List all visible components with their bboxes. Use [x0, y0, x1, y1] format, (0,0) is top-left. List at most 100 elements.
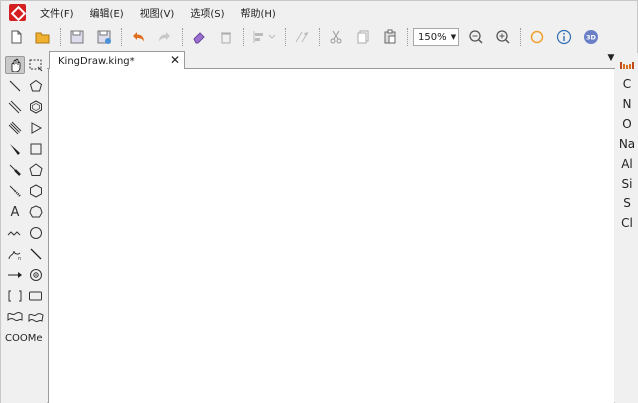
arrow-tool[interactable] — [5, 266, 25, 284]
hash-bond-icon — [9, 185, 21, 197]
info-icon — [556, 29, 572, 45]
tool-palette: A n COOMe — [1, 53, 47, 403]
circle-icon — [30, 227, 42, 239]
toolbar-separator — [520, 28, 521, 46]
undo-button[interactable] — [127, 26, 149, 48]
chain-tool[interactable] — [5, 224, 25, 242]
3d-view-button[interactable]: 3D — [580, 26, 602, 48]
pentagon-alt-tool[interactable] — [26, 161, 46, 179]
eraser-icon — [193, 32, 205, 44]
banner-shape-icon — [28, 313, 44, 323]
periodic-table-icon[interactable] — [620, 59, 634, 69]
triple-bond-tool[interactable] — [5, 119, 25, 137]
save-button[interactable] — [66, 26, 88, 48]
toolbar-separator — [319, 28, 320, 46]
element-silicon[interactable]: Si — [615, 177, 638, 191]
folder-open-icon — [35, 32, 50, 44]
svg-text:3D: 3D — [586, 34, 597, 42]
single-bond-tool[interactable] — [5, 77, 25, 95]
flip-button[interactable] — [291, 26, 313, 48]
menu-edit[interactable]: 编辑(E) — [90, 5, 124, 20]
lasso-select-tool[interactable] — [26, 56, 46, 74]
trash-icon — [221, 32, 231, 44]
element-oxygen[interactable]: O — [615, 117, 638, 131]
zoom-dropdown-arrow-icon[interactable]: ▼ — [449, 33, 458, 41]
orbital-icon — [30, 269, 42, 281]
triangle-icon — [31, 122, 43, 134]
redo-icon — [159, 32, 170, 42]
tab-title: KingDraw.king* — [58, 55, 135, 67]
rectangle-tool[interactable] — [26, 287, 46, 305]
color-button[interactable] — [526, 26, 548, 48]
kingdraw-window: 文件(F) 编辑(E) 视图(V) 选项(S) 帮助(H) 150% ▼ 3D … — [0, 0, 638, 403]
wedge-bond-tool[interactable] — [5, 140, 25, 158]
delete-button[interactable] — [215, 26, 237, 48]
cut-button[interactable] — [325, 26, 347, 48]
toolbar-separator — [407, 28, 408, 46]
tab-document[interactable]: KingDraw.king* ✕ — [49, 51, 185, 70]
curve-icon: n — [8, 250, 21, 261]
element-carbon[interactable]: C — [615, 77, 638, 91]
hexagon-ring-tool[interactable] — [26, 98, 46, 116]
banner-shape-tool[interactable] — [26, 308, 46, 326]
element-nitrogen[interactable]: N — [615, 97, 638, 111]
drawing-canvas[interactable] — [48, 69, 614, 403]
lasso-select-icon — [29, 59, 43, 72]
menu-file[interactable]: 文件(F) — [40, 5, 74, 20]
heptagon-ring-tool[interactable] — [26, 203, 46, 221]
square-icon — [30, 143, 42, 155]
heptagon-icon — [29, 205, 43, 218]
copy-button[interactable] — [352, 26, 374, 48]
close-icon[interactable]: ✕ — [170, 53, 180, 67]
zoom-out-icon — [469, 30, 483, 44]
text-tool[interactable]: A — [5, 203, 25, 221]
hexagon-icon — [30, 184, 42, 198]
element-chlorine[interactable]: Cl — [615, 216, 638, 230]
line-tool[interactable] — [26, 245, 46, 263]
toolbar-separator — [243, 28, 244, 46]
toolbar-separator — [60, 28, 61, 46]
orbital-tool[interactable] — [26, 266, 46, 284]
align-button[interactable] — [249, 26, 279, 48]
element-sodium[interactable]: Na — [615, 137, 638, 151]
copy-icon — [357, 30, 369, 44]
single-bond-icon — [9, 80, 21, 92]
eraser-button[interactable] — [188, 26, 210, 48]
wedge-bond-icon — [10, 144, 20, 155]
element-sulfur[interactable]: S — [615, 196, 638, 210]
menu-help[interactable]: 帮助(H) — [241, 5, 276, 20]
pentagon-ring-tool[interactable] — [26, 77, 46, 95]
chain-icon — [7, 231, 21, 236]
toolbar-separator — [121, 28, 122, 46]
hand-tool[interactable] — [5, 56, 25, 74]
circle-ring-tool[interactable] — [26, 224, 46, 242]
zoom-out-button[interactable] — [465, 26, 487, 48]
bold-bond-tool[interactable] — [5, 161, 25, 179]
menu-options[interactable]: 选项(S) — [190, 5, 224, 20]
square-ring-tool[interactable] — [26, 140, 46, 158]
flag-shape-tool[interactable] — [5, 308, 25, 326]
template-tool[interactable]: COOMe — [5, 333, 43, 344]
redo-button[interactable] — [154, 26, 176, 48]
hash-bond-tool[interactable] — [5, 182, 25, 200]
save-as-button[interactable] — [93, 26, 115, 48]
pentagon-icon — [29, 79, 43, 92]
menu-bar: 文件(F) 编辑(E) 视图(V) 选项(S) 帮助(H) — [1, 1, 638, 23]
zoom-select[interactable]: 150% ▼ — [413, 28, 459, 46]
bracket-tool[interactable] — [5, 287, 25, 305]
paste-button[interactable] — [379, 26, 401, 48]
menu-view[interactable]: 视图(V) — [140, 5, 175, 20]
element-aluminum[interactable]: Al — [615, 157, 638, 171]
benzene-hexagon-icon — [30, 100, 42, 114]
new-file-button[interactable] — [5, 26, 27, 48]
main-toolbar: 150% ▼ 3D — [1, 24, 638, 50]
double-bond-tool[interactable] — [5, 98, 25, 116]
hexagon-outline-tool[interactable] — [26, 182, 46, 200]
info-button[interactable] — [553, 26, 575, 48]
triangle-ring-tool[interactable] — [26, 119, 46, 137]
element-palette: C N O Na Al Si S Cl — [615, 53, 638, 403]
zoom-in-button[interactable] — [492, 26, 514, 48]
paste-icon — [384, 29, 396, 44]
curve-tool[interactable]: n — [5, 245, 25, 263]
open-file-button[interactable] — [32, 26, 54, 48]
